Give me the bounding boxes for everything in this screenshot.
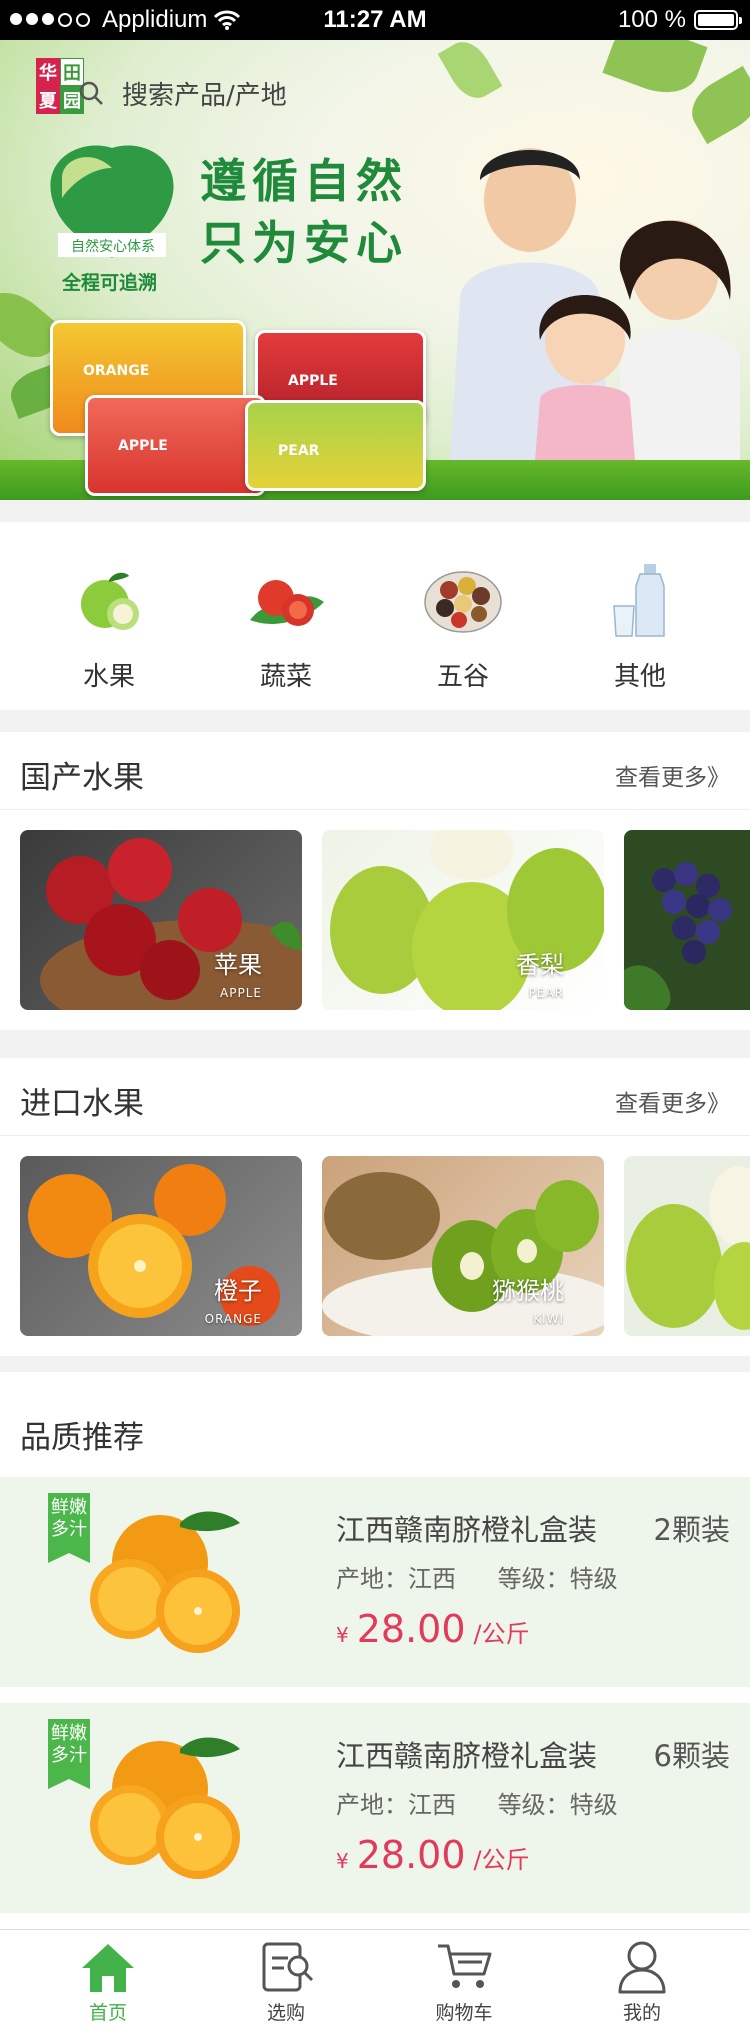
product-card-pear[interactable]: 香梨 PEAR (322, 830, 604, 1010)
tab-label: 首页 (88, 2002, 127, 2024)
pear-image (330, 830, 604, 1010)
imported-fruit-section: 进口水果 查看更多》 橙子 ORANGE 猕猴桃 KIWI (0, 1058, 750, 1356)
product-title: 江西赣南脐橙礼盒装 (336, 1739, 598, 1773)
banner-slogan: 遵循自然 只为安心 (200, 154, 408, 270)
section-title: 品质推荐 (20, 1420, 144, 1456)
product-origin: 产地：江西 (336, 1791, 456, 1819)
navel-orange-image (90, 1737, 240, 1879)
product-price: ¥28.00/公斤 (336, 1833, 530, 1877)
tab-shop[interactable]: 选购 (226, 1938, 346, 2025)
product-card-kiwi[interactable]: 猕猴桃 KIWI (322, 1156, 604, 1336)
pack-count: 6颗装 (653, 1739, 730, 1773)
product-name-en: APPLE (220, 986, 262, 1000)
hero-banner[interactable]: 华 田 夏 园 搜索产品/产地 自然安心体系 全程可追溯 遵循自然 只为安心 O… (0, 40, 750, 500)
tab-home[interactable]: 首页 (48, 1938, 168, 2025)
category-label: 蔬菜 (259, 662, 312, 692)
navel-orange-image (90, 1511, 240, 1653)
category-other[interactable]: 其他 (585, 560, 695, 693)
category-bar: 水果 蔬菜 五谷 其他 (0, 522, 750, 710)
user-icon (618, 1941, 666, 1994)
category-vegetable[interactable]: 蔬菜 (231, 560, 341, 693)
domestic-fruit-section: 国产水果 查看更多》 苹果 APPLE 香梨 PEAR (0, 732, 750, 1030)
category-fruit[interactable]: 水果 (54, 560, 164, 693)
pear-image (626, 1166, 750, 1330)
battery-percent: 100 % (617, 6, 686, 33)
water-bottle-icon (613, 564, 665, 637)
tab-label: 购物车 (435, 2002, 493, 2024)
product-card-pear-2[interactable] (624, 1156, 750, 1336)
product-name-en: KIWI (533, 1312, 564, 1326)
pack-count: 2颗装 (653, 1513, 730, 1547)
product-price: ¥28.00/公斤 (336, 1607, 530, 1651)
category-label: 水果 (82, 662, 135, 692)
product-origin: 产地：江西 (336, 1565, 456, 1593)
apple-icon (81, 572, 139, 630)
product-name-en: PEAR (528, 986, 564, 1000)
product-title: 江西赣南脐橙礼盒装 (336, 1513, 598, 1547)
category-label: 五谷 (436, 662, 489, 692)
product-grade: 等级：特级 (497, 1565, 618, 1593)
tomato-icon (250, 580, 324, 626)
product-grade: 等级：特级 (497, 1791, 618, 1819)
search-input[interactable]: 搜索产品/产地 (122, 75, 287, 112)
family-photo (450, 148, 740, 460)
apple-pack-2: APPLE (85, 395, 266, 496)
see-more-link[interactable]: 查看更多》 (615, 1084, 730, 1118)
quality-recommend-section: 品质推荐 鲜嫩多汁 江西赣南脐橙礼盒装 2颗装 产地：江西 等级：特级 ¥28.… (0, 1372, 750, 1930)
tab-profile[interactable]: 我的 (582, 1938, 702, 2025)
grains-icon (424, 571, 502, 633)
pear-pack: PEAR (245, 400, 426, 491)
product-name: 苹果 (214, 951, 262, 979)
cart-icon (438, 1944, 492, 1988)
section-title: 国产水果 (20, 760, 144, 796)
product-name: 橙子 (214, 1277, 262, 1305)
divider (0, 809, 750, 810)
grape-image (624, 862, 732, 1010)
certification-badge: 自然安心体系 全程可追溯 (42, 138, 182, 294)
product-item[interactable]: 鲜嫩多汁 江西赣南脐橙礼盒装 2颗装 产地：江西 等级：特级 ¥28.00/公斤 (0, 1477, 750, 1687)
divider (0, 1135, 750, 1136)
category-label: 其他 (613, 662, 666, 692)
product-card-orange[interactable]: 橙子 ORANGE (20, 1156, 302, 1336)
search-icon (79, 81, 103, 105)
battery-icon (694, 10, 742, 30)
product-name-en: ORANGE (204, 1312, 262, 1326)
badge-text: 自然安心体系 (71, 239, 155, 255)
see-more-link[interactable]: 查看更多》 (615, 758, 730, 792)
product-name: 猕猴桃 (492, 1277, 564, 1305)
kiwi-image (322, 1172, 604, 1336)
trace-text: 全程可追溯 (62, 272, 158, 294)
product-card-grape[interactable] (624, 830, 750, 1010)
apple-image (40, 838, 302, 1010)
status-bar: Applidium 11:27 AM 100 % (0, 0, 750, 40)
product-name: 香梨 (516, 951, 564, 979)
product-card-apple[interactable]: 苹果 APPLE (20, 830, 302, 1010)
product-item[interactable]: 鲜嫩多汁 江西赣南脐橙礼盒装 6颗装 产地：江西 等级：特级 ¥28.00/公斤 (0, 1703, 750, 1913)
orange-image (28, 1164, 280, 1326)
tab-label: 选购 (266, 2002, 305, 2024)
shopping-list-icon (262, 1942, 314, 1992)
section-title: 进口水果 (20, 1086, 144, 1122)
home-icon (82, 1944, 134, 1992)
tab-cart[interactable]: 购物车 (404, 1938, 524, 2025)
bottom-tab-bar: 首页 选购 购物车 我的 (0, 1929, 750, 2026)
category-grains[interactable]: 五谷 (408, 560, 518, 693)
tab-label: 我的 (622, 2002, 661, 2024)
